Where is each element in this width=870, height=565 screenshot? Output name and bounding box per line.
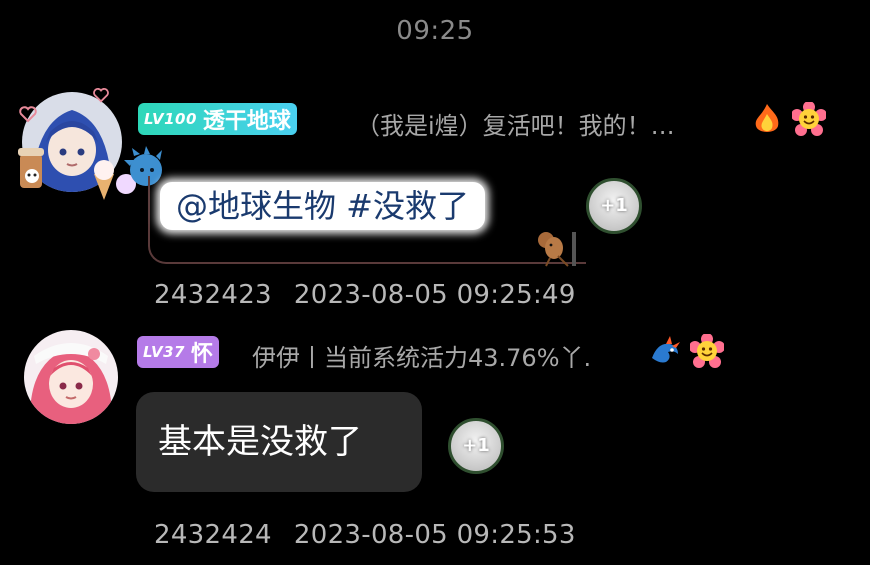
message-meta: 2432424 2023-08-05 09:25:53 [154,520,576,550]
smiling-flower-icon [792,102,826,136]
chat-screen: 09:25 LV100 透干地球 （我是i煌）复活吧！我的！… @地球生物 #没… [0,0,870,565]
message-meta: 2432423 2023-08-05 09:25:49 [154,280,576,310]
status-time: 09:25 [396,16,474,46]
mouse-sticker-icon [538,232,576,267]
member-title: （我是i煌）复活吧！我的！… [356,112,675,140]
heart-icon [19,106,37,123]
level-label: LV37 [143,343,185,361]
coffee-cup-icon [18,148,44,188]
level-badge: LV100 透干地球 [138,103,297,135]
plus-one-reaction[interactable]: +1 [586,178,642,234]
message-id: 2432424 [154,520,272,550]
message-id: 2432423 [154,280,272,310]
reaction-label: +1 [600,195,628,216]
heart-icon [93,88,109,103]
level-label: LV100 [144,110,197,128]
dragon-icon [652,336,680,363]
plus-one-reaction[interactable]: +1 [448,418,504,474]
message-content[interactable]: 基本是没救了 [136,392,422,492]
member-title: 伊伊丨当前系统活力43.76%丫. [252,344,592,372]
smiling-flower-icon [690,334,724,368]
nickname[interactable]: 怀 [191,336,213,368]
avatar[interactable] [24,330,118,424]
pink-hair-anime-avatar-icon [24,330,118,424]
avatar[interactable] [18,88,136,200]
level-badge: LV37 怀 [137,336,219,368]
message-timestamp: 2023-08-05 09:25:49 [293,280,576,310]
nickname[interactable]: 透干地球 [203,103,291,135]
reaction-label: +1 [462,435,490,456]
message-timestamp: 2023-08-05 09:25:53 [293,520,576,550]
fire-icon [755,104,779,132]
message-content[interactable]: @地球生物 #没救了 [160,182,485,230]
